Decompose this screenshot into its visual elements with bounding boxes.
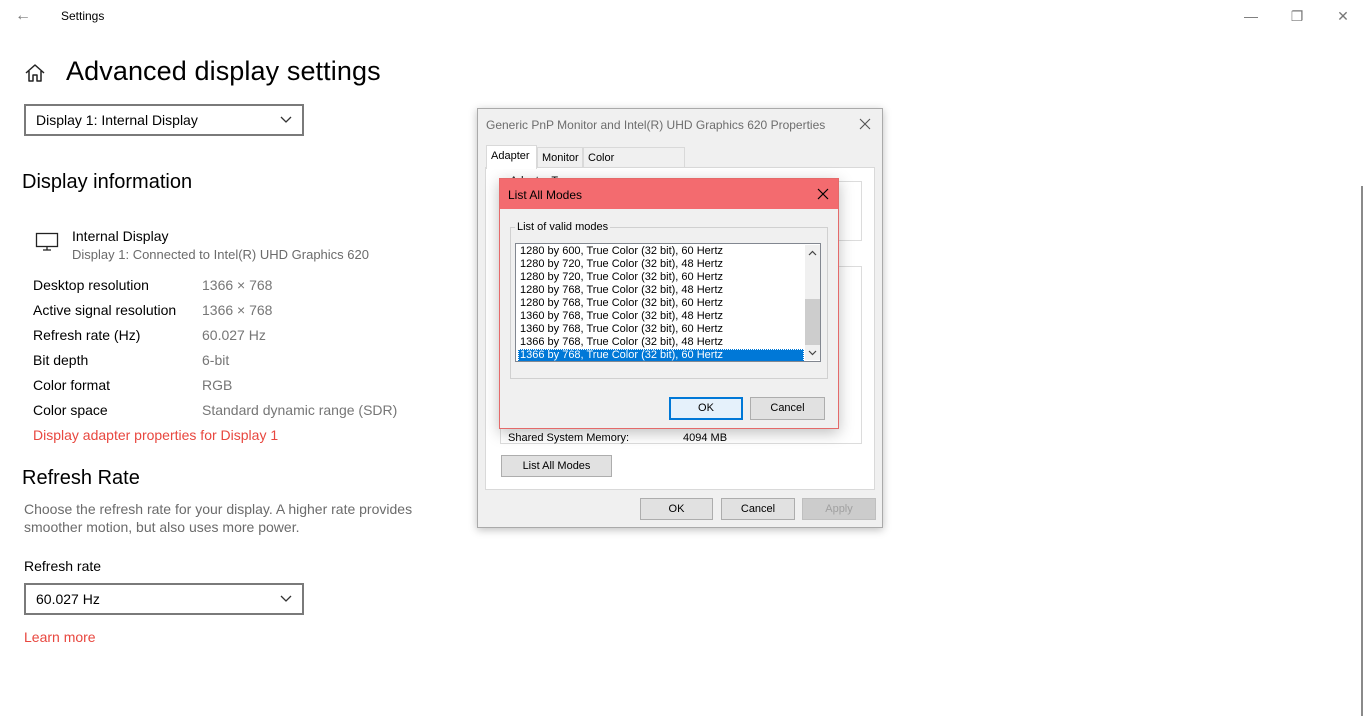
list-item[interactable]: 1280 by 720, True Color (32 bit), 60 Her… <box>518 271 804 284</box>
list-item[interactable]: 1360 by 768, True Color (32 bit), 48 Her… <box>518 310 804 323</box>
display-info-heading: Display information <box>22 171 193 193</box>
display-select-value: Display 1: Internal Display <box>36 112 198 128</box>
monitor-connection: Display 1: Connected to Intel(R) UHD Gra… <box>72 247 369 262</box>
monitor-name: Internal Display <box>72 228 169 244</box>
list-item[interactable]: 1360 by 768, True Color (32 bit), 60 Her… <box>518 323 804 336</box>
modes-listbox[interactable]: 1280 by 600, True Color (32 bit), 60 Her… <box>515 243 821 362</box>
tab-adapter[interactable]: Adapter <box>486 145 537 169</box>
info-label-active-signal-resolution: Active signal resolution <box>33 302 177 318</box>
refresh-rate-heading: Refresh Rate <box>22 467 140 489</box>
close-button[interactable]: ✕ <box>1320 0 1366 32</box>
back-button[interactable]: ← <box>10 4 36 28</box>
list-item[interactable]: 1366 by 768, True Color (32 bit), 48 Her… <box>518 336 804 349</box>
info-label-desktop-resolution: Desktop resolution <box>33 277 149 293</box>
list-item[interactable]: 1280 by 720, True Color (32 bit), 48 Her… <box>518 258 804 271</box>
display-select[interactable]: Display 1: Internal Display <box>24 104 304 136</box>
list-item[interactable]: 1280 by 768, True Color (32 bit), 48 Her… <box>518 284 804 297</box>
properties-ok-button[interactable]: OK <box>640 498 713 520</box>
chevron-up-icon[interactable] <box>805 246 820 261</box>
info-label-color-format: Color format <box>33 377 111 393</box>
chevron-down-icon <box>280 595 292 602</box>
list-item[interactable]: 1280 by 768, True Color (32 bit), 60 Her… <box>518 297 804 310</box>
refresh-rate-select-value: 60.027 Hz <box>36 591 100 607</box>
restore-button[interactable]: ❐ <box>1274 0 1320 32</box>
refresh-rate-label: Refresh rate <box>24 558 102 574</box>
window-title: Settings <box>61 9 105 23</box>
learn-more-link[interactable]: Learn more <box>24 629 96 645</box>
close-icon[interactable] <box>854 113 876 135</box>
monitor-icon <box>35 232 59 251</box>
minimize-button[interactable]: — <box>1228 0 1274 32</box>
info-value-color-format: RGB <box>202 377 233 393</box>
refresh-description-line2: smoother motion, but also uses more powe… <box>24 519 300 535</box>
info-value-color-space: Standard dynamic range (SDR) <box>202 402 398 418</box>
valid-modes-label: List of valid modes <box>515 221 611 233</box>
properties-apply-button[interactable]: Apply <box>802 498 876 520</box>
tab-color-management[interactable]: Color Management <box>583 147 685 184</box>
shared-memory-label: Shared System Memory: <box>508 432 630 444</box>
refresh-description-line1: Choose the refresh rate for your display… <box>24 501 413 517</box>
list-all-modes-button[interactable]: List All Modes <box>501 455 612 477</box>
page-title: Advanced display settings <box>66 56 381 86</box>
info-value-active-signal-resolution: 1366 × 768 <box>202 302 273 318</box>
chevron-down-icon[interactable] <box>805 345 820 360</box>
modes-ok-button[interactable]: OK <box>669 397 743 420</box>
close-icon[interactable] <box>812 183 834 205</box>
refresh-rate-select[interactable]: 60.027 Hz <box>24 583 304 615</box>
list-item-selected[interactable]: 1366 by 768, True Color (32 bit), 60 Her… <box>518 349 804 361</box>
modes-cancel-button[interactable]: Cancel <box>750 397 825 420</box>
info-value-desktop-resolution: 1366 × 768 <box>202 277 273 293</box>
home-icon[interactable] <box>24 62 46 84</box>
info-label-color-space: Color space <box>33 402 108 418</box>
list-item[interactable]: 1280 by 600, True Color (32 bit), 60 Her… <box>518 245 804 258</box>
info-label-refresh-rate: Refresh rate (Hz) <box>33 327 141 343</box>
page-scrollbar[interactable] <box>1361 186 1363 716</box>
adapter-properties-link[interactable]: Display adapter properties for Display 1 <box>33 427 278 443</box>
shared-memory-value: 4094 MB <box>683 432 728 444</box>
info-value-refresh-rate: 60.027 Hz <box>202 327 266 343</box>
properties-cancel-button[interactable]: Cancel <box>721 498 795 520</box>
info-label-bit-depth: Bit depth <box>33 352 89 368</box>
modes-dialog-title: List All Modes <box>508 188 583 202</box>
listbox-scroll-thumb[interactable] <box>805 299 820 345</box>
list-all-modes-dialog: List All Modes List of valid modes 1280 … <box>499 178 839 429</box>
tab-monitor[interactable]: Monitor <box>537 147 583 168</box>
properties-dialog-title: Generic PnP Monitor and Intel(R) UHD Gra… <box>486 118 826 132</box>
info-value-bit-depth: 6-bit <box>202 352 230 368</box>
chevron-down-icon <box>280 116 292 123</box>
